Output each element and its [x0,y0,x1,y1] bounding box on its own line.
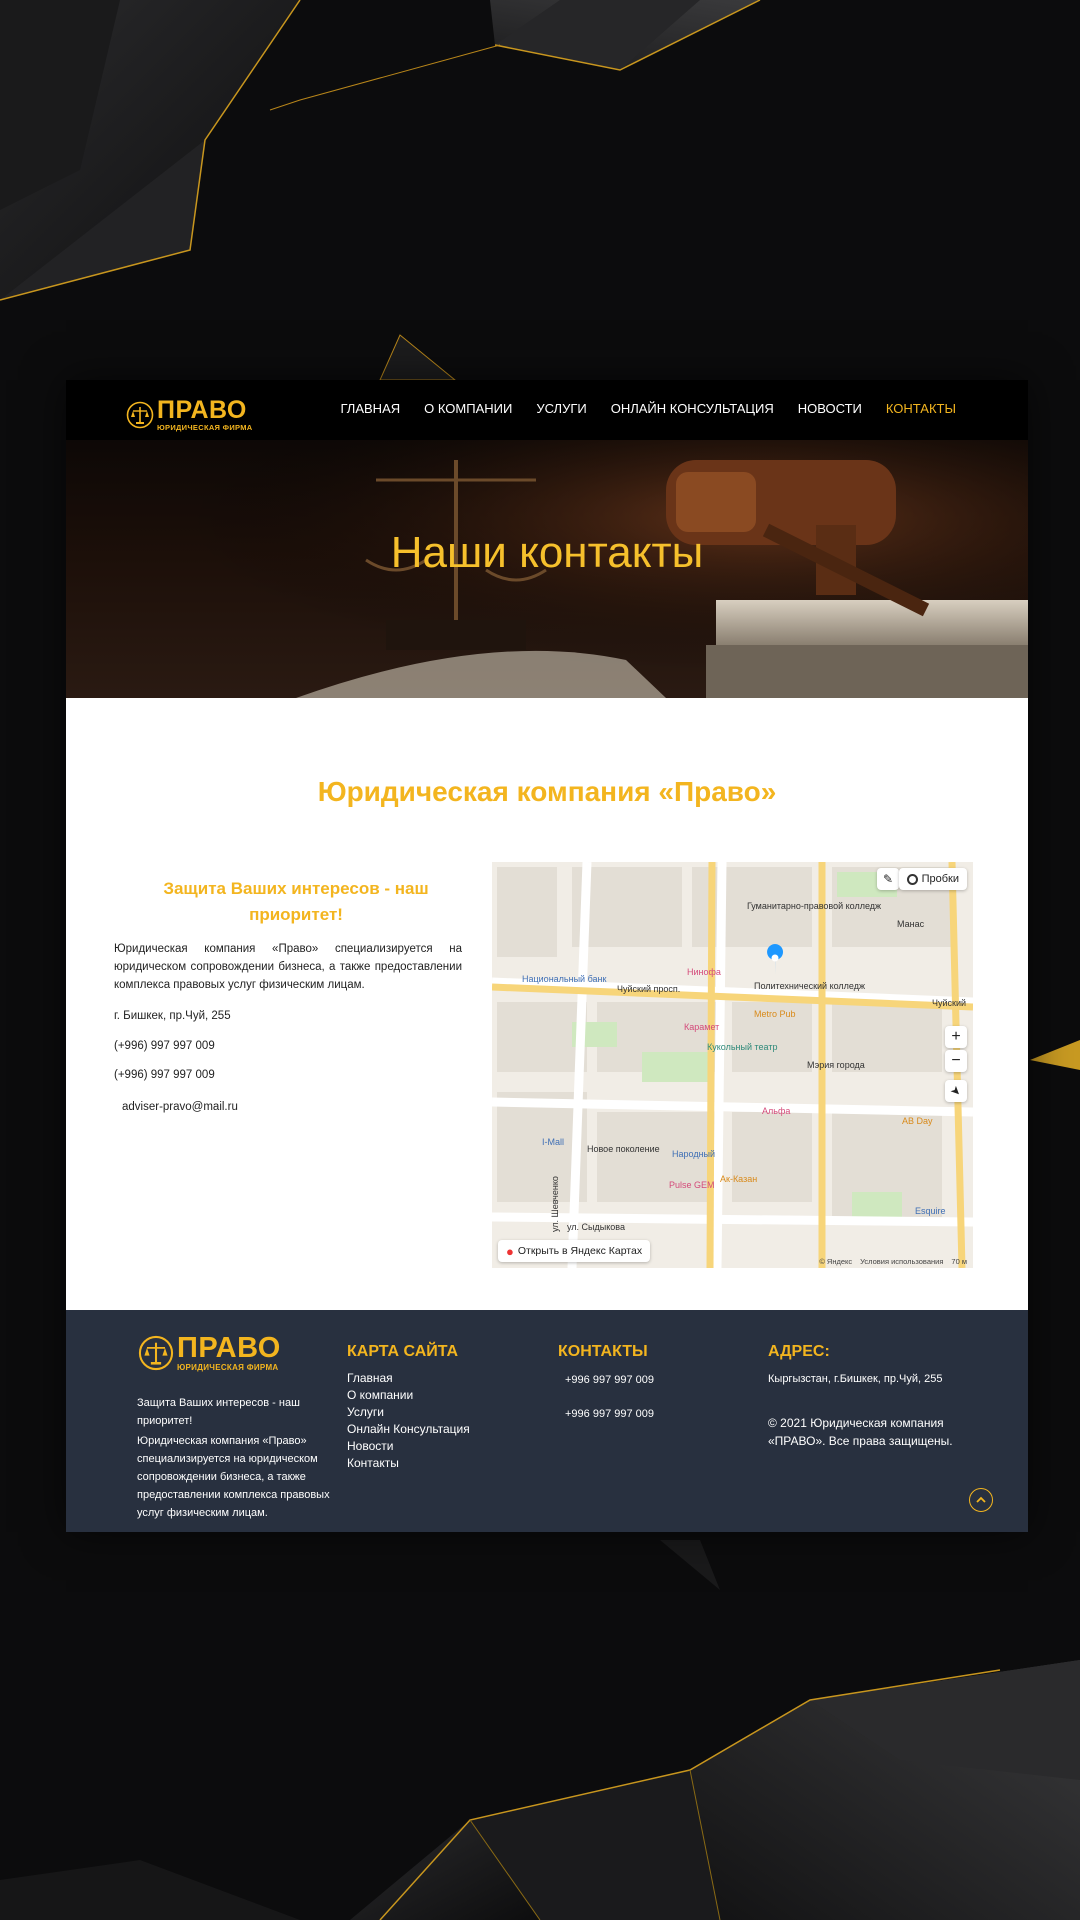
address-text: г. Бишкек, пр.Чуй, 255 [114,1010,231,1022]
geolocation-button[interactable]: ➤ [945,1080,967,1102]
brand-tagline: ЮРИДИЧЕСКАЯ ФИРМА [157,423,253,432]
navigation-arrow-icon: ➤ [947,1082,965,1100]
hero-title: Наши контакты [390,528,704,577]
scales-emblem-icon [138,1335,174,1371]
footer-link-services[interactable]: Услуги [347,1404,470,1421]
nav-item-consultation[interactable]: ОНЛАЙН КОНСУЛЬТАЦИЯ [611,401,774,416]
footer-address: Кыргызстан, г.Бишкек, пр.Чуй, 255 [768,1373,943,1385]
hero-banner: Наши контакты [66,440,1028,698]
footer-link-contacts[interactable]: Контакты [347,1455,470,1472]
open-in-yandex-button[interactable]: ● Открыть в Яндекс Картах [498,1240,651,1262]
sitemap-links: Главная О компании Услуги Онлайн Консуль… [347,1370,470,1472]
map-street-label: ул. Сыдыкова [567,1222,625,1232]
map-scale: 70 м [951,1257,967,1266]
nav-item-home[interactable]: ГЛАВНАЯ [341,401,401,416]
nav-item-services[interactable]: УСЛУГИ [536,401,586,416]
footer-link-news[interactable]: Новости [347,1438,470,1455]
map-pin-icon: ● [506,1243,514,1259]
map-street-label: Чуйский [932,998,966,1008]
ruler-button[interactable]: ✎ [877,868,899,890]
traffic-icon [906,873,918,885]
map-poi-label: Ак-Казан [720,1174,757,1184]
map-poi-label: Esquire [915,1206,946,1216]
map-poi-label: Народный [672,1149,715,1159]
map-poi-label: Политехнический колледж [754,981,865,991]
brand-name: ПРАВО [157,396,247,424]
logo[interactable]: ПРАВО ЮРИДИЧЕСКАЯ ФИРМА [126,398,252,432]
map-street-label: ул. Шевченко [550,1176,560,1232]
brand-tagline: ЮРИДИЧЕСКАЯ ФИРМА [177,1363,279,1372]
scroll-to-top-button[interactable] [969,1488,993,1512]
map-poi-label: Нинофа [687,967,721,977]
footer-logo[interactable]: ПРАВО ЮРИДИЧЕСКАЯ ФИРМА [138,1334,281,1372]
slogan: Защита Ваших интересов - наш приоритет! [163,879,429,924]
footer-phone-2[interactable]: +996 997 997 009 [565,1408,654,1420]
map-poi-label: Мэрия города [807,1060,865,1070]
nav-item-contacts[interactable]: КОНТАКТЫ [886,401,956,416]
map-attribution: © Яндекс Условия использования 70 м [819,1257,967,1266]
ruler-icon: ✎ [882,872,894,886]
phone-1[interactable]: (+996) 997 997 009 [114,1040,215,1052]
map-street-label: Чуйский просп. [617,984,680,994]
company-title: Юридическая компания «Право» [317,776,777,807]
scales-emblem-icon [126,401,154,429]
contacts-heading: КОНТАКТЫ [558,1343,648,1360]
zoom-in-button[interactable]: + [945,1026,967,1048]
map-poi-label: Кукольный театр [707,1042,777,1052]
address-heading: АДРЕС: [768,1343,830,1360]
footer-link-about[interactable]: О компании [347,1387,470,1404]
map-poi-label: I-Mall [542,1137,564,1147]
footer: ПРАВО ЮРИДИЧЕСКАЯ ФИРМА Защита Ваших инт… [66,1310,1028,1532]
footer-description: Юридическая компания «Право» специализир… [137,1435,330,1519]
main-nav: ГЛАВНАЯ О КОМПАНИИ УСЛУГИ ОНЛАЙН КОНСУЛЬ… [341,401,957,416]
nav-item-news[interactable]: НОВОСТИ [798,401,862,416]
footer-phone-1[interactable]: +996 997 997 009 [565,1374,654,1386]
footer-copyright: © 2021 Юридическая компания «ПРАВО». Все… [768,1416,953,1448]
map-poi-label: Гуманитарно-правовой колледж [747,901,881,911]
header: ПРАВО ЮРИДИЧЕСКАЯ ФИРМА ГЛАВНАЯ О КОМПАН… [66,380,1028,440]
map-copyright: © Яндекс [819,1257,853,1266]
nav-item-about[interactable]: О КОМПАНИИ [424,401,512,416]
company-description: Юридическая компания «Право» специализир… [114,943,462,991]
page-frame: ПРАВО ЮРИДИЧЕСКАЯ ФИРМА ГЛАВНАЯ О КОМПАН… [66,380,1028,1532]
map-poi-label: Карамет [684,1022,719,1032]
map-terms-link[interactable]: Условия использования [860,1257,943,1266]
map-poi-label: Национальный банк [522,974,606,984]
phone-2[interactable]: (+996) 997 997 009 [114,1069,215,1081]
chevron-up-icon [976,1496,986,1503]
map-poi-label: Metro Pub [754,1009,796,1019]
map-poi-label: AB Day [902,1116,933,1126]
map-canvas[interactable]: Чуйский просп. Чуйский ул. Сыдыкова Гума… [492,862,973,1268]
brand-name: ПРАВО [177,1332,281,1364]
email-link[interactable]: adviser-pravo@mail.ru [122,1101,238,1113]
sitemap-heading: КАРТА САЙТА [347,1343,459,1360]
map-poi-label: Альфа [762,1106,790,1116]
yandex-map[interactable]: Чуйский просп. Чуйский ул. Сыдыкова Гума… [492,862,973,1268]
map-poi-label: Манас [897,919,925,929]
footer-slogan: Защита Ваших интересов - наш приоритет! [137,1397,300,1427]
zoom-out-button[interactable]: − [945,1050,967,1072]
footer-link-consultation[interactable]: Онлайн Консультация [347,1421,470,1438]
map-poi-label: Новое поколение [587,1144,660,1154]
traffic-button[interactable]: Пробки [898,868,967,890]
map-poi-label: Pulse GEM [669,1180,715,1190]
footer-link-home[interactable]: Главная [347,1370,470,1387]
